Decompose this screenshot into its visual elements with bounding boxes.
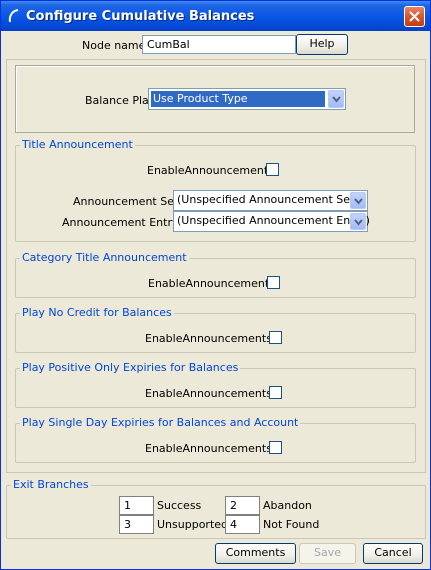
exit-branch-number: 2	[225, 496, 260, 515]
positive-only-enable-label: EnableAnnouncements	[145, 387, 272, 400]
title-enable-checkbox[interactable]	[266, 163, 279, 176]
announcement-entry-label: Announcement Entry	[62, 216, 179, 229]
announcement-entry-value: (Unspecified Announcement Entry)	[177, 214, 370, 227]
configure-dialog: Configure Cumulative Balances Node name …	[0, 0, 431, 570]
exit-branch-number: 3	[119, 515, 154, 534]
chevron-down-icon	[332, 96, 341, 103]
cancel-button[interactable]: Cancel	[363, 543, 423, 564]
single-day-enable-label: EnableAnnouncements	[145, 442, 272, 455]
exit-branch-number: 1	[119, 496, 154, 515]
exit-branch-label: Not Found	[263, 518, 320, 531]
dropdown-arrow[interactable]	[350, 192, 366, 209]
app-icon	[6, 8, 22, 24]
positive-only-enable-checkbox[interactable]	[269, 386, 282, 399]
title-announcement-title: Title Announcement	[20, 138, 135, 151]
no-credit-enable-label: EnableAnnouncements	[145, 332, 272, 345]
exit-branch-number: 4	[225, 515, 260, 534]
announcement-entry-select[interactable]: (Unspecified Announcement Entry)	[173, 211, 370, 232]
exit-branch-label: Unsupported	[157, 518, 229, 531]
chevron-down-icon	[354, 198, 363, 205]
balance-plan-value: Use Product Type	[151, 91, 325, 107]
title-enable-label: EnableAnnouncement	[147, 164, 269, 177]
category-enable-checkbox[interactable]	[267, 276, 280, 289]
node-name-input[interactable]: CumBal	[142, 35, 296, 54]
balance-plan-label: Balance Plan	[85, 94, 156, 107]
announcement-set-select[interactable]: (Unspecified Announcement Set)	[173, 190, 368, 211]
announcement-set-value: (Unspecified Announcement Set)	[177, 193, 359, 206]
close-icon	[409, 11, 420, 22]
positive-only-title: Play Positive Only Expiries for Balances	[20, 361, 241, 374]
no-credit-enable-checkbox[interactable]	[269, 331, 282, 344]
comments-button[interactable]: Comments	[215, 543, 296, 564]
dropdown-arrow[interactable]	[328, 90, 344, 108]
category-title-title: Category Title Announcement	[20, 251, 189, 264]
single-day-title: Play Single Day Expiries for Balances an…	[20, 416, 301, 429]
chevron-down-icon	[354, 219, 363, 226]
help-button[interactable]: Help	[296, 34, 348, 55]
dropdown-arrow[interactable]	[350, 213, 366, 230]
no-credit-title: Play No Credit for Balances	[20, 306, 174, 319]
single-day-enable-checkbox[interactable]	[269, 441, 282, 454]
close-button[interactable]	[404, 6, 425, 27]
exit-branch-label: Success	[157, 499, 202, 512]
balance-plan-select[interactable]: Use Product Type	[148, 88, 346, 110]
announcement-set-label: Announcement Set	[73, 195, 179, 208]
category-enable-label: EnableAnnouncement	[148, 277, 270, 290]
window-title: Configure Cumulative Balances	[26, 9, 255, 24]
save-button[interactable]: Save	[299, 543, 356, 564]
exit-branch-label: Abandon	[263, 499, 312, 512]
node-name-label: Node name	[82, 39, 146, 52]
title-bar[interactable]: Configure Cumulative Balances	[1, 1, 430, 31]
exit-branches-title: Exit Branches	[11, 478, 91, 491]
